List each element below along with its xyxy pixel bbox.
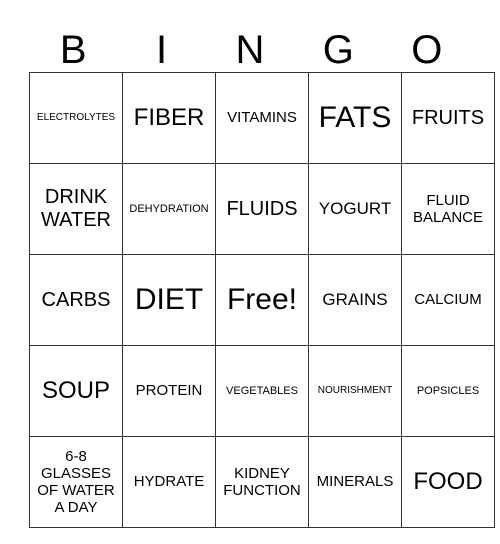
header-letter-n: N bbox=[235, 28, 265, 72]
bingo-cell[interactable]: CALCIUM bbox=[401, 254, 495, 346]
bingo-cell[interactable]: FATS bbox=[308, 72, 402, 164]
grid-row: DRINK WATER DEHYDRATION FLUIDS YOGURT FL… bbox=[29, 163, 495, 255]
bingo-cell[interactable]: DIET bbox=[122, 254, 216, 346]
bingo-cell[interactable]: VITAMINS bbox=[215, 72, 309, 164]
bingo-cell[interactable]: HYDRATE bbox=[122, 436, 216, 528]
header-letter-o: O bbox=[411, 28, 443, 72]
bingo-cell[interactable]: FOOD bbox=[401, 436, 495, 528]
grid-row: ELECTROLYTES FIBER VITAMINS FATS FRUITS bbox=[29, 72, 495, 164]
free-space-cell[interactable]: Free! bbox=[215, 254, 309, 346]
bingo-cell[interactable]: FRUITS bbox=[401, 72, 495, 164]
bingo-grid: ELECTROLYTES FIBER VITAMINS FATS FRUITS … bbox=[29, 72, 495, 528]
bingo-cell[interactable]: DRINK WATER bbox=[29, 163, 123, 255]
bingo-cell[interactable]: MINERALS bbox=[308, 436, 402, 528]
bingo-cell[interactable]: CARBS bbox=[29, 254, 123, 346]
header-letter-b: B bbox=[59, 28, 87, 72]
header-letter-i: I bbox=[156, 28, 168, 72]
bingo-cell[interactable]: DEHYDRATION bbox=[122, 163, 216, 255]
bingo-cell[interactable]: POPSICLES bbox=[401, 345, 495, 437]
bingo-cell[interactable]: 6-8 GLASSES OF WATER A DAY bbox=[29, 436, 123, 528]
header-letter-g: G bbox=[322, 28, 354, 72]
bingo-cell[interactable]: NOURISHMENT bbox=[308, 345, 402, 437]
grid-row: SOUP PROTEIN VEGETABLES NOURISHMENT POPS… bbox=[29, 345, 495, 437]
bingo-cell[interactable]: SOUP bbox=[29, 345, 123, 437]
bingo-header: B I N G O bbox=[29, 28, 471, 72]
bingo-cell[interactable]: PROTEIN bbox=[122, 345, 216, 437]
bingo-cell[interactable]: VEGETABLES bbox=[215, 345, 309, 437]
grid-row: CARBS DIET Free! GRAINS CALCIUM bbox=[29, 254, 495, 346]
bingo-cell[interactable]: KIDNEY FUNCTION bbox=[215, 436, 309, 528]
bingo-cell[interactable]: FIBER bbox=[122, 72, 216, 164]
bingo-cell[interactable]: GRAINS bbox=[308, 254, 402, 346]
bingo-cell[interactable]: FLUIDS bbox=[215, 163, 309, 255]
grid-row: 6-8 GLASSES OF WATER A DAY HYDRATE KIDNE… bbox=[29, 436, 495, 528]
bingo-cell[interactable]: YOGURT bbox=[308, 163, 402, 255]
bingo-cell[interactable]: ELECTROLYTES bbox=[29, 72, 123, 164]
bingo-cell[interactable]: FLUID BALANCE bbox=[401, 163, 495, 255]
